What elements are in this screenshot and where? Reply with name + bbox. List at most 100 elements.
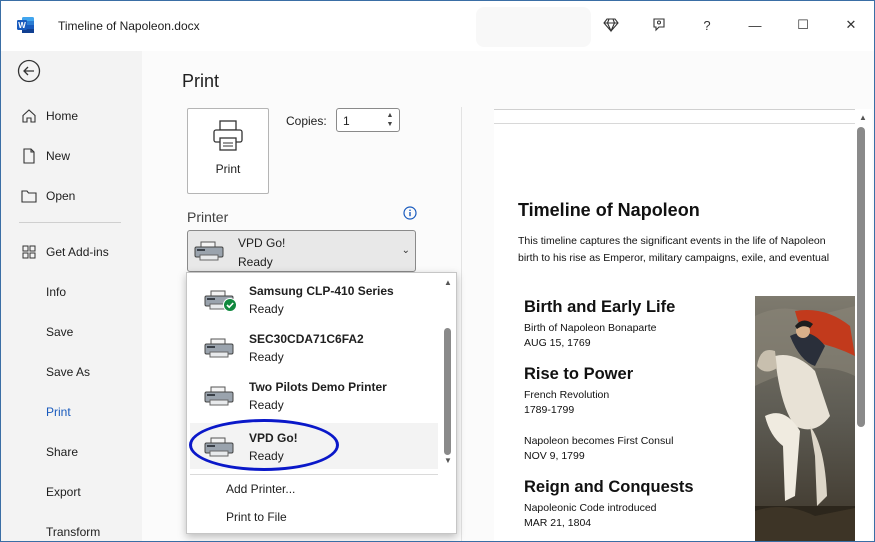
printer-name: Samsung CLP-410 Series [249, 284, 394, 298]
sidebar-divider [19, 222, 121, 223]
sidebar-item-label: Home [46, 109, 79, 123]
preview-title: Timeline of Napoleon [518, 200, 700, 220]
copies-label: Copies: [286, 114, 327, 128]
print-to-file-option[interactable]: Print to File [226, 510, 287, 524]
sidebar-item-new[interactable]: New [1, 141, 142, 171]
preview-line: French Revolution [524, 389, 610, 401]
svg-text:W: W [18, 21, 26, 30]
printer-icon [204, 437, 234, 457]
printer-list-item[interactable]: Two Pilots Demo Printer Ready [190, 372, 438, 418]
sidebar-item-info[interactable]: Info [1, 277, 142, 307]
printer-icon [204, 338, 234, 358]
sidebar-item-label: New [46, 149, 71, 163]
preview-section-heading: Rise to Power [524, 365, 634, 383]
copies-value: 1 [343, 114, 350, 128]
preview-scrollbar[interactable]: ▲ [855, 109, 872, 541]
scroll-down-arrow-icon[interactable]: ▼ [444, 456, 452, 465]
backstage-sidebar: Home New Open Get Add-ins Info Save Save… [1, 51, 142, 541]
sidebar-item-get-add-ins[interactable]: Get Add-ins [1, 237, 142, 267]
printer-name: SEC30CDA71C6FA2 [249, 332, 364, 346]
sidebar-item-label: Print [46, 405, 71, 419]
sidebar-item-label: Info [46, 285, 67, 299]
printer-list-scrollbar-thumb[interactable] [444, 328, 451, 455]
preview-intro-line: This timeline captures the significant e… [518, 235, 826, 247]
preview-intro-line: birth to his rise as Emperor, military c… [518, 252, 830, 264]
printer-icon [204, 386, 234, 406]
selected-printer-name: VPD Go! [238, 236, 286, 250]
preview-scrollbar-thumb[interactable] [857, 127, 865, 427]
sidebar-item-save[interactable]: Save [1, 317, 142, 347]
sidebar-item-label: Get Add-ins [46, 245, 109, 259]
info-icon[interactable] [403, 206, 417, 220]
preview-line: 1789-1799 [524, 404, 575, 416]
word-app-icon: W [17, 17, 34, 33]
back-arrow-icon[interactable] [17, 59, 41, 83]
sidebar-item-save-as[interactable]: Save As [1, 357, 142, 387]
print-preview: Timeline of Napoleon This timeline captu… [494, 109, 855, 541]
sidebar-item-open[interactable]: Open [1, 181, 142, 211]
print-button[interactable]: Print [187, 108, 269, 194]
document-title: Timeline of Napoleon.docx [58, 19, 200, 33]
printer-name: VPD Go! [249, 431, 298, 445]
add-ins-icon [22, 245, 36, 259]
sidebar-item-share[interactable]: Share [1, 437, 142, 467]
preview-line: NOV 9, 1799 [524, 450, 585, 462]
minimize-button[interactable]: — [743, 13, 767, 37]
selected-printer-status: Ready [238, 255, 273, 269]
printer-list-divider [190, 474, 438, 475]
printer-list-scrollbar[interactable]: ▲ ▼ [440, 273, 456, 473]
scroll-up-arrow-icon[interactable]: ▲ [444, 278, 452, 287]
folder-icon [21, 190, 37, 203]
preview-line: Napoleon becomes First Consul [524, 435, 674, 447]
pane-divider [461, 107, 462, 541]
printer-list-item-selected[interactable]: VPD Go! Ready [190, 423, 438, 469]
title-bar-search-area[interactable] [476, 7, 591, 47]
printer-name: Two Pilots Demo Printer [249, 380, 387, 394]
chevron-down-icon: ⌄ [401, 245, 410, 256]
page-title: Print [182, 71, 220, 91]
printer-dropdown[interactable]: VPD Go! Ready ⌄ [187, 230, 416, 272]
preview-section-heading: Reign and Conquests [524, 478, 694, 496]
preview-intro: This timeline captures the significant e… [518, 233, 829, 267]
print-button-label: Print [215, 162, 241, 176]
new-document-icon [23, 148, 35, 164]
maximize-button[interactable]: ☐ [791, 13, 815, 37]
sidebar-item-label: Open [46, 189, 76, 203]
add-printer-button[interactable]: Add Printer... [226, 482, 295, 496]
printer-icon [194, 241, 224, 261]
printer-status: Ready [249, 350, 284, 364]
printer-list-item[interactable]: Samsung CLP-410 Series Ready [190, 276, 438, 322]
napoleon-painting-image [755, 296, 855, 541]
preview-line: Birth of Napoleon Bonaparte [524, 322, 657, 334]
sidebar-item-transform[interactable]: Transform [1, 517, 142, 541]
preview-line: MAR 21, 1804 [524, 517, 592, 529]
preview-previous-page-edge [494, 110, 855, 124]
premium-diamond-icon[interactable] [599, 13, 623, 37]
home-icon [22, 109, 36, 123]
preview-line: AUG 15, 1769 [524, 337, 591, 349]
copies-stepper[interactable]: 1 ▲ ▼ [336, 108, 400, 132]
copies-spin-arrows[interactable]: ▲ ▼ [385, 111, 395, 129]
sidebar-item-label: Save [46, 325, 74, 339]
printer-status: Ready [249, 302, 284, 316]
preview-line: Napoleonic Code introduced [524, 502, 657, 514]
sidebar-item-label: Export [46, 485, 81, 499]
sidebar-item-label: Share [46, 445, 79, 459]
printer-heading: Printer [187, 209, 229, 225]
feedback-icon[interactable] [647, 13, 671, 37]
help-button[interactable]: ? [695, 13, 719, 37]
sidebar-item-home[interactable]: Home [1, 101, 142, 131]
close-button[interactable]: ✕ [839, 13, 863, 37]
printer-status: Ready [249, 398, 284, 412]
printer-icon [213, 120, 243, 151]
title-bar: W Timeline of Napoleon.docx ? — ☐ ✕ [1, 1, 874, 51]
printer-list-item[interactable]: SEC30CDA71C6FA2 Ready [190, 324, 438, 370]
sidebar-item-export[interactable]: Export [1, 477, 142, 507]
sidebar-item-print[interactable]: Print [1, 397, 142, 427]
scroll-up-arrow-icon[interactable]: ▲ [859, 113, 867, 122]
preview-section-heading: Birth and Early Life [524, 298, 676, 316]
sidebar-item-label: Save As [46, 365, 91, 379]
printer-status: Ready [249, 449, 284, 463]
word-window: W Timeline of Napoleon.docx ? — ☐ ✕ Home… [0, 0, 875, 542]
sidebar-item-label: Transform [46, 525, 101, 539]
